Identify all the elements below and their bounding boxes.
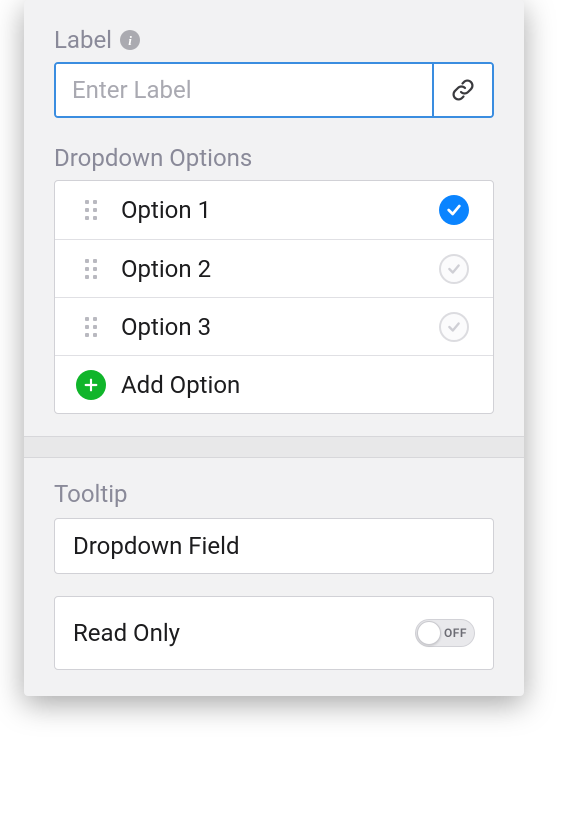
tooltip-heading: Tooltip [54, 480, 494, 508]
drag-handle-icon[interactable] [69, 259, 113, 279]
link-button[interactable] [432, 64, 492, 116]
options-list: Option 1 Option 2 [54, 180, 494, 414]
add-option-label: Add Option [113, 371, 429, 399]
tooltip-field-wrap: Dropdown Field [54, 518, 494, 574]
drag-handle-icon[interactable] [69, 317, 113, 337]
option-default-toggle[interactable] [439, 312, 469, 342]
label-heading: Label [54, 26, 112, 54]
check-icon [447, 262, 461, 276]
label-heading-row: Label i [54, 26, 494, 54]
readonly-label: Read Only [73, 619, 180, 647]
label-section: Label i Dropdown Options Option 1 [24, 0, 524, 436]
tooltip-input[interactable]: Dropdown Field [73, 532, 475, 560]
option-row: Option 3 [55, 297, 493, 355]
label-input-group [54, 62, 494, 118]
label-input[interactable] [56, 64, 432, 116]
readonly-toggle[interactable]: OFF [415, 619, 475, 647]
add-option-button[interactable]: Add Option [55, 355, 493, 413]
options-heading: Dropdown Options [54, 144, 494, 172]
option-label[interactable]: Option 3 [113, 313, 429, 341]
readonly-row: Read Only OFF [54, 596, 494, 670]
link-icon [451, 78, 475, 102]
option-default-toggle[interactable] [439, 195, 469, 225]
section-divider [24, 436, 524, 458]
info-icon[interactable]: i [120, 30, 140, 50]
field-config-panel: Label i Dropdown Options Option 1 [24, 0, 524, 696]
option-row: Option 2 [55, 239, 493, 297]
toggle-state-text: OFF [444, 626, 467, 640]
option-label[interactable]: Option 2 [113, 255, 429, 283]
option-label[interactable]: Option 1 [113, 196, 429, 224]
check-icon [446, 202, 462, 218]
tooltip-section: Tooltip Dropdown Field Read Only OFF [24, 458, 524, 696]
option-row: Option 1 [55, 181, 493, 239]
check-icon [447, 320, 461, 334]
option-default-toggle[interactable] [439, 254, 469, 284]
plus-icon [76, 370, 106, 400]
toggle-knob [417, 621, 441, 645]
drag-handle-icon[interactable] [69, 200, 113, 220]
